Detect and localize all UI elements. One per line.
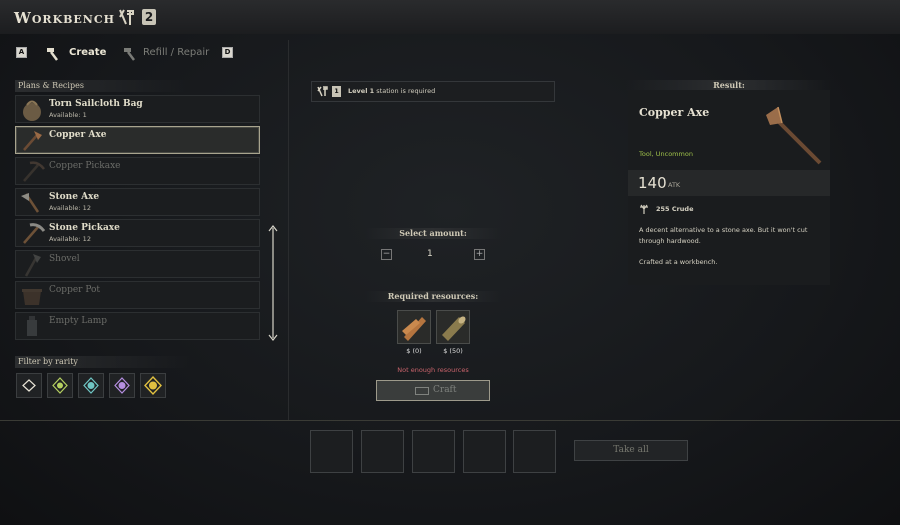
divider-bottom bbox=[0, 420, 900, 421]
rarity-filter-epic[interactable] bbox=[109, 373, 135, 398]
resource-slot-2[interactable] bbox=[436, 310, 470, 344]
window-title: Workbench bbox=[14, 9, 116, 27]
rarity-filter-uncommon[interactable] bbox=[47, 373, 73, 398]
rarity-filter-common[interactable] bbox=[16, 373, 42, 398]
select-amount-heading: Select amount: bbox=[365, 228, 501, 239]
recipe-stone-pickaxe[interactable]: Stone Pickaxe Available: 12 bbox=[15, 219, 260, 247]
increase-amount-button[interactable]: + bbox=[474, 249, 485, 260]
rarity-legendary-icon bbox=[144, 375, 162, 396]
result-cost: 255 Crude bbox=[656, 205, 694, 213]
atk-label: ATK bbox=[668, 181, 681, 189]
recipe-torn-sailcloth-bag[interactable]: Torn Sailcloth Bag Available: 1 bbox=[15, 95, 260, 123]
required-resources-heading: Required resources: bbox=[365, 291, 501, 302]
recipe-available: Available: 12 bbox=[49, 235, 91, 243]
recipe-copper-pickaxe[interactable]: Copper Pickaxe bbox=[15, 157, 260, 185]
tools-icon bbox=[317, 86, 328, 97]
scrollbar[interactable] bbox=[268, 225, 278, 341]
not-enough-warning: Not enough resources bbox=[397, 366, 469, 374]
stone-axe-icon bbox=[21, 193, 40, 213]
result-type: Tool, Uncommon bbox=[639, 150, 693, 158]
requirement-text: Level 1 station is required bbox=[348, 82, 435, 101]
rarity-filter-legendary[interactable] bbox=[140, 373, 166, 398]
tab-refill-repair[interactable]: Refill / Repair bbox=[143, 47, 209, 58]
resource-slot-1[interactable] bbox=[397, 310, 431, 344]
recipe-name: Copper Axe bbox=[49, 130, 107, 140]
requirement-level: Level 1 bbox=[348, 87, 375, 95]
recipe-name: Shovel bbox=[49, 254, 80, 264]
recipe-stone-axe[interactable]: Stone Axe Available: 12 bbox=[15, 188, 260, 216]
recipe-name: Copper Pickaxe bbox=[49, 161, 121, 171]
bag-icon bbox=[23, 100, 41, 121]
decrease-amount-button[interactable]: − bbox=[381, 249, 392, 260]
repair-hammer-icon bbox=[124, 48, 135, 61]
stone-pickaxe-icon bbox=[23, 223, 46, 244]
recipe-name: Torn Sailcloth Bag bbox=[49, 99, 143, 109]
station-requirement: 1 Level 1 station is required bbox=[311, 81, 555, 102]
atk-value: 140 bbox=[638, 174, 667, 192]
output-slot-3[interactable] bbox=[412, 430, 455, 473]
result-crafted-at: Crafted at a workbench. bbox=[639, 258, 718, 266]
filter-rarity-heading: Filter by rarity bbox=[15, 356, 190, 368]
recipe-shovel[interactable]: Shovel bbox=[15, 250, 260, 278]
rarity-uncommon-icon bbox=[52, 377, 68, 394]
recipe-name: Stone Pickaxe bbox=[49, 223, 120, 233]
copper-pickaxe-icon bbox=[23, 161, 45, 182]
output-slot-1[interactable] bbox=[310, 430, 353, 473]
rarity-rare-icon bbox=[83, 377, 99, 394]
resource-value-2: $ (50) bbox=[443, 347, 463, 355]
output-slot-4[interactable] bbox=[463, 430, 506, 473]
recipe-copper-axe[interactable]: Copper Axe bbox=[15, 126, 260, 154]
tab-next-key: D bbox=[222, 47, 233, 58]
lamp-icon bbox=[27, 316, 37, 336]
rarity-epic-icon bbox=[114, 377, 130, 394]
recipe-name: Copper Pot bbox=[49, 285, 101, 295]
keyboard-icon bbox=[415, 387, 429, 395]
copper-axe-icon bbox=[23, 131, 42, 151]
requirement-suffix: station is required bbox=[374, 87, 436, 95]
pot-icon bbox=[22, 289, 42, 305]
amount-value[interactable]: 1 bbox=[427, 249, 433, 259]
take-all-button[interactable]: Take all bbox=[574, 440, 688, 461]
craft-label: Craft bbox=[433, 385, 457, 395]
rarity-filter-rare[interactable] bbox=[78, 373, 104, 398]
log-icon bbox=[442, 316, 466, 341]
result-description: A decent alternative to a stone axe. But… bbox=[639, 226, 808, 245]
recipe-available: Available: 1 bbox=[49, 111, 87, 119]
shovel-icon bbox=[24, 254, 41, 277]
recipe-copper-pot[interactable]: Copper Pot bbox=[15, 281, 260, 309]
hammer-icon bbox=[47, 48, 58, 61]
recipe-empty-lamp[interactable]: Empty Lamp bbox=[15, 312, 260, 340]
tab-prev-key: A bbox=[16, 47, 27, 58]
resource-value-1: $ (0) bbox=[406, 347, 422, 355]
recipe-available: Available: 12 bbox=[49, 204, 91, 212]
output-slot-5[interactable] bbox=[513, 430, 556, 473]
divider-left bbox=[288, 40, 289, 420]
output-slot-2[interactable] bbox=[361, 430, 404, 473]
tab-create[interactable]: Create bbox=[69, 47, 106, 58]
rarity-common-icon bbox=[22, 379, 36, 392]
craft-button[interactable]: Craft bbox=[376, 380, 490, 401]
recipe-name: Empty Lamp bbox=[49, 316, 108, 326]
requirement-level-badge: 1 bbox=[332, 86, 341, 97]
copper-axe-result-icon bbox=[766, 106, 822, 165]
station-level-badge: 2 bbox=[142, 9, 156, 25]
workbench-tools-icon bbox=[119, 9, 134, 25]
recipe-name: Stone Axe bbox=[49, 192, 100, 202]
crude-currency-icon bbox=[640, 204, 648, 214]
result-name: Copper Axe bbox=[639, 106, 710, 119]
plans-heading: Plans & Recipes bbox=[15, 80, 190, 92]
plank-icon bbox=[402, 317, 426, 341]
